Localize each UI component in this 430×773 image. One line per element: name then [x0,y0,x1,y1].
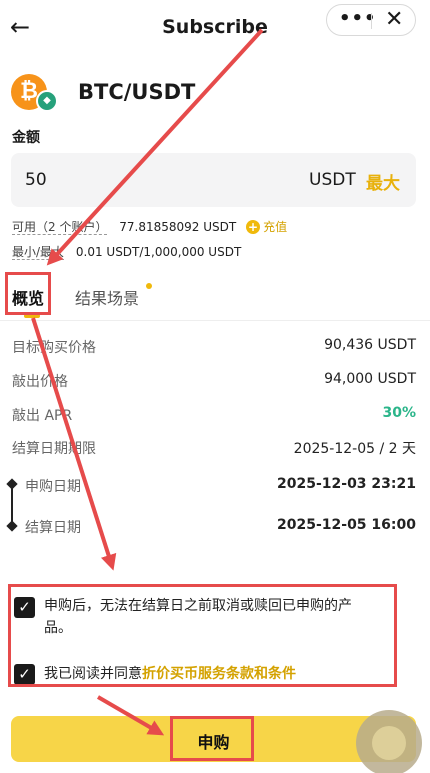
annotation-arrows [31,28,264,736]
annotation-arrow-to-tab [46,28,264,266]
annotation-arrow-to-subscribe [96,695,165,736]
annotation-arrow-to-agreements [31,317,117,571]
